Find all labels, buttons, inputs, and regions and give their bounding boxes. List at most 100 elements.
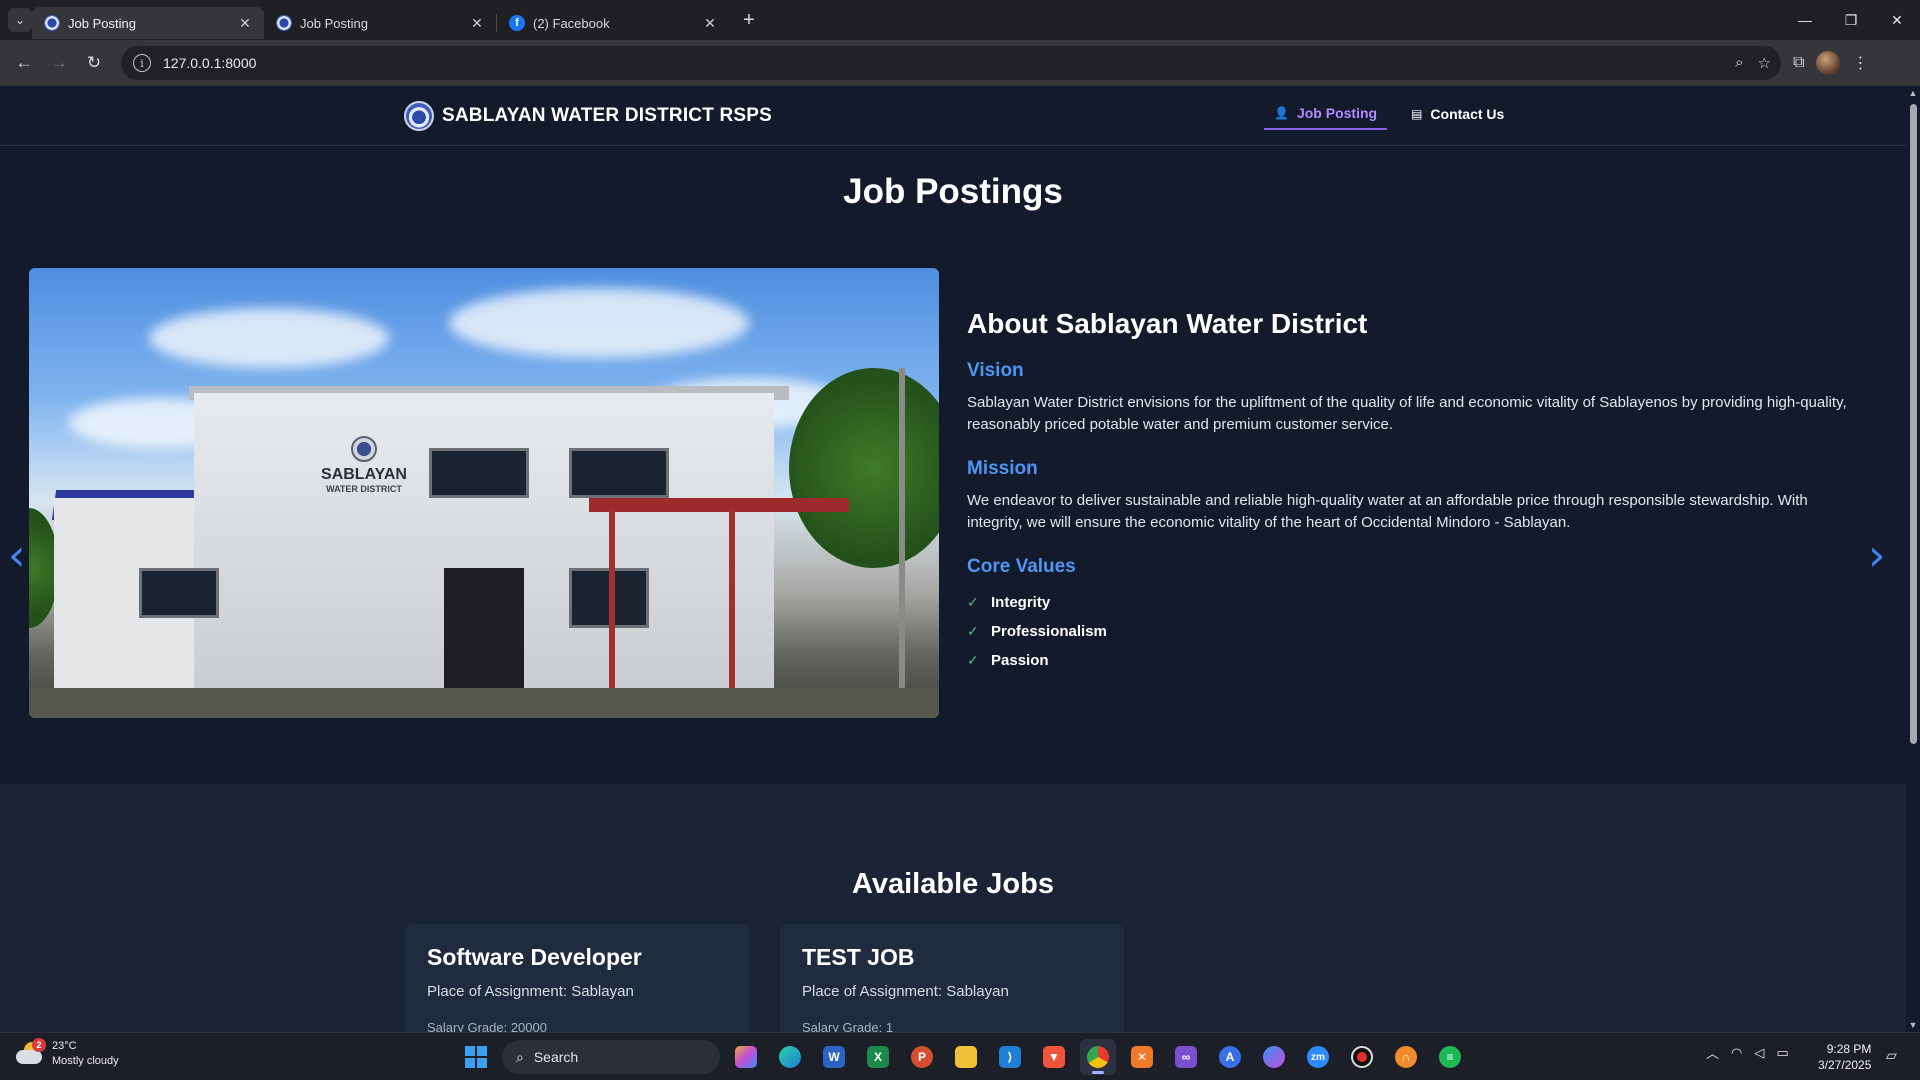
address-bar[interactable]: i 127.0.0.1:8000 ⌕ ☆ (121, 46, 1781, 80)
zoom-app-icon[interactable]: zm (1300, 1039, 1336, 1075)
taskbar-apps: ⌕ Search W X P ⟩ ▼ ✕ ∞ A zm ∩ ≡ (458, 1039, 1468, 1075)
messenger-icon[interactable] (1256, 1039, 1292, 1075)
window-controls: — ❐ ✕ (1782, 0, 1920, 40)
job-salary-grade: Salary Grade: 1 (802, 1020, 894, 1032)
taskbar-clock[interactable]: 9:28 PM 3/27/2025 (1818, 1041, 1871, 1073)
web-page: SABLAYAN WATER DISTRICT RSPS 👤 Job Posti… (0, 86, 1906, 1032)
core-values-title: Core Values (967, 556, 1076, 577)
check-icon: ✓ (967, 594, 979, 610)
headphones-app-icon[interactable]: ∩ (1388, 1039, 1424, 1075)
tab-search-chevron-down-icon[interactable]: ⌄ (8, 8, 32, 32)
clock-date: 3/27/2025 (1818, 1058, 1872, 1072)
vscode-icon[interactable]: ⟩ (992, 1039, 1028, 1075)
browser-tab-1[interactable]: Job Posting ✕ (32, 7, 264, 39)
profile-avatar[interactable] (1816, 51, 1841, 75)
nav-job-posting[interactable]: 👤 Job Posting (1264, 98, 1388, 130)
user-icon: 👤 (1274, 106, 1289, 120)
url-text: 127.0.0.1:8000 (163, 55, 257, 71)
job-place: Place of Assignment: Sablayan (427, 983, 634, 1000)
forward-arrow-icon[interactable]: → (43, 47, 75, 79)
weather-cloudy-icon: 2 (16, 1038, 46, 1068)
tab-title: Job Posting (300, 15, 368, 31)
scroll-up-arrow-icon[interactable]: ▲ (1908, 88, 1918, 98)
tab-close-icon[interactable]: ✕ (236, 15, 254, 32)
new-tab-plus-icon[interactable]: + (735, 6, 763, 34)
scrollbar-thumb[interactable] (1910, 104, 1917, 744)
chevron-up-icon[interactable]: ︿ (1706, 1043, 1719, 1062)
volume-icon[interactable]: ◁ (1754, 1045, 1764, 1061)
scroll-down-arrow-icon[interactable]: ▼ (1908, 1020, 1918, 1030)
notification-bell-icon[interactable]: ▱ (1886, 1047, 1897, 1064)
windows-start-icon[interactable] (458, 1039, 494, 1075)
info-icon[interactable]: i (133, 54, 151, 72)
weather-temp: 23°C (52, 1040, 77, 1052)
chrome-icon[interactable] (1080, 1039, 1116, 1075)
mission-text: We endeavor to deliver sustainable and r… (967, 492, 1808, 531)
battery-icon[interactable]: ▭ (1776, 1045, 1788, 1061)
word-icon[interactable]: W (816, 1039, 852, 1075)
copilot-icon[interactable] (728, 1039, 764, 1075)
site-favicon-icon (44, 15, 60, 31)
zoom-icon[interactable]: ⌕ (1735, 54, 1743, 72)
search-icon: ⌕ (516, 1048, 524, 1065)
brave-icon[interactable]: ▼ (1036, 1039, 1072, 1075)
job-place: Place of Assignment: Sablayan (802, 983, 1009, 1000)
weather-desc: Mostly cloudy (52, 1055, 119, 1067)
wifi-icon[interactable]: ◠ (1731, 1045, 1742, 1061)
weather-widget[interactable]: 2 23°C Mostly cloudy (16, 1038, 119, 1069)
search-label: Search (533, 1049, 579, 1065)
job-title: Software Developer (427, 944, 642, 970)
taskbar: 2 23°C Mostly cloudy ⌕ Search W X P ⟩ ▼ … (0, 1032, 1920, 1080)
check-icon: ✓ (967, 652, 979, 668)
id-card-icon: ▤ (1411, 107, 1423, 121)
core-value-label: Integrity (991, 594, 1051, 611)
core-values-list: ✓ Integrity ✓ Professionalism ✓ Passion (967, 588, 1847, 675)
tab-close-icon[interactable]: ✕ (701, 15, 719, 32)
carousel-next-chevron-right-icon[interactable]: › (1868, 534, 1886, 578)
page-title: Job Postings (843, 172, 1063, 211)
carousel-prev-chevron-left-icon[interactable]: ‹ (8, 534, 26, 578)
powerpoint-icon[interactable]: P (904, 1039, 940, 1075)
vision-title: Vision (967, 360, 1024, 381)
xampp-icon[interactable]: ✕ (1124, 1039, 1160, 1075)
star-icon[interactable]: ☆ (1758, 54, 1771, 72)
edge-icon[interactable] (772, 1039, 808, 1075)
file-explorer-icon[interactable] (948, 1039, 984, 1075)
puzzle-icon[interactable]: ⧉ (1793, 54, 1804, 72)
page-scrollbar[interactable]: ▲ ▼ (1906, 86, 1920, 1032)
site-brand[interactable]: SABLAYAN WATER DISTRICT RSPS (404, 101, 772, 131)
check-icon: ✓ (967, 623, 979, 639)
job-title: TEST JOB (802, 944, 915, 970)
tab-title: (2) Facebook (533, 15, 610, 31)
spotify-icon[interactable]: ≡ (1432, 1039, 1468, 1075)
tab-title: Job Posting (68, 15, 136, 31)
minimize-icon[interactable]: — (1782, 0, 1828, 40)
app-store-icon[interactable]: A (1212, 1039, 1248, 1075)
browser-tab-2[interactable]: Job Posting ✕ (264, 7, 496, 39)
close-window-icon[interactable]: ✕ (1874, 0, 1920, 40)
nav-contact-us[interactable]: ▤ Contact Us (1401, 98, 1514, 130)
taskbar-search[interactable]: ⌕ Search (502, 1040, 720, 1074)
about-title: About Sablayan Water District (967, 308, 1368, 339)
core-value-item: ✓ Professionalism (967, 617, 1847, 646)
mission-title: Mission (967, 458, 1038, 479)
excel-icon[interactable]: X (860, 1039, 896, 1075)
screen-recorder-icon[interactable] (1344, 1039, 1380, 1075)
browser-toolbar: ← → ↻ i 127.0.0.1:8000 ⌕ ☆ ⧉ ⋮ (0, 40, 1920, 86)
visual-studio-icon[interactable]: ∞ (1168, 1039, 1204, 1075)
back-arrow-icon[interactable]: ← (8, 47, 40, 79)
job-card[interactable]: TEST JOB Place of Assignment: Sablayan S… (780, 924, 1124, 1032)
water-district-logo-icon (404, 101, 434, 131)
nav-links: 👤 Job Posting ▤ Contact Us (1264, 98, 1514, 130)
water-district-building-photo: SABLAYAN WATER DISTRICT (29, 268, 939, 718)
clock-time: 9:28 PM (1826, 1042, 1872, 1056)
browser-tab-3[interactable]: f (2) Facebook ✕ (497, 7, 729, 39)
restore-icon[interactable]: ❐ (1828, 0, 1874, 40)
job-card[interactable]: Software Developer Place of Assignment: … (405, 924, 749, 1032)
tab-close-icon[interactable]: ✕ (468, 15, 486, 32)
reload-icon[interactable]: ↻ (78, 47, 110, 79)
nav-label: Job Posting (1296, 105, 1378, 121)
kebab-menu-icon[interactable]: ⋮ (1852, 53, 1868, 73)
system-tray: ︿ ◠ ◁ ▭ (1706, 1043, 1789, 1062)
weather-badge: 2 (32, 1038, 46, 1052)
